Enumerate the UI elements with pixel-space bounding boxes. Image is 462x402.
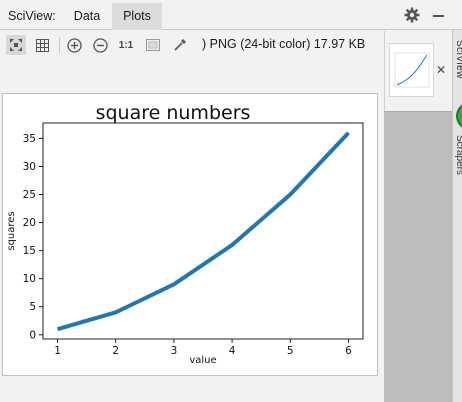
y-tick-label: 0 <box>29 329 36 341</box>
sciview-title: SciView: <box>8 9 56 23</box>
y-tick-label: 30 <box>23 161 36 173</box>
y-tick-label: 10 <box>23 273 36 285</box>
zoom-in-icon[interactable] <box>64 35 84 55</box>
plot-area-frame <box>42 122 364 340</box>
actual-size-button[interactable]: 1:1 <box>116 35 136 55</box>
x-tick-label: 3 <box>171 345 178 357</box>
y-tick-label: 35 <box>23 133 36 145</box>
series-line <box>56 131 350 332</box>
gear-icon[interactable] <box>404 7 420 23</box>
tab-plots[interactable]: Plots <box>112 3 162 30</box>
tab-data[interactable]: Data <box>64 3 110 30</box>
line-chart: square numbers 1 2 3 4 5 6 0 5 10 15 20 25 30 35 val… <box>6 102 364 366</box>
x-tick-label: 6 <box>345 345 352 357</box>
toolbar-separator <box>59 37 60 53</box>
sciview-side-tab[interactable]: SciView <box>454 40 462 79</box>
close-icon[interactable]: ✕ <box>436 63 446 77</box>
x-tick-label: 5 <box>287 345 294 357</box>
tab-plots-label: Plots <box>123 9 151 23</box>
image-file-info: ) PNG (24-bit color) 17.97 KB <box>202 37 366 51</box>
minimize-icon[interactable] <box>433 15 444 17</box>
x-tick-label: 2 <box>112 345 119 357</box>
eyedropper-icon[interactable] <box>170 35 190 55</box>
side-tool-strip <box>452 30 462 402</box>
tab-data-label: Data <box>73 9 101 23</box>
x-axis-label: value <box>189 355 216 366</box>
y-tick-label: 20 <box>23 217 36 229</box>
x-tick-label: 1 <box>54 345 61 357</box>
empty-thumbnail-area <box>384 111 452 402</box>
x-tick-label: 4 <box>229 345 236 357</box>
fit-icon[interactable] <box>6 35 26 55</box>
y-tick-label: 15 <box>23 245 36 257</box>
y-tick-label: 5 <box>29 301 36 313</box>
y-tick-label: 25 <box>23 189 36 201</box>
grid-icon[interactable] <box>32 35 52 55</box>
zoom-out-icon[interactable] <box>90 35 110 55</box>
chart-title: square numbers <box>96 102 251 124</box>
plot-thumbnail[interactable] <box>389 43 434 97</box>
background-icon[interactable] <box>143 35 163 55</box>
scrapers-side-tab[interactable]: Scrapers <box>454 135 462 175</box>
tab-bar: SciView: Data Plots <box>0 0 462 30</box>
y-axis-label: squares <box>6 211 17 250</box>
plot-panel: square numbers 1 2 3 4 5 6 0 5 10 15 20 25 30 35 val… <box>2 93 378 376</box>
